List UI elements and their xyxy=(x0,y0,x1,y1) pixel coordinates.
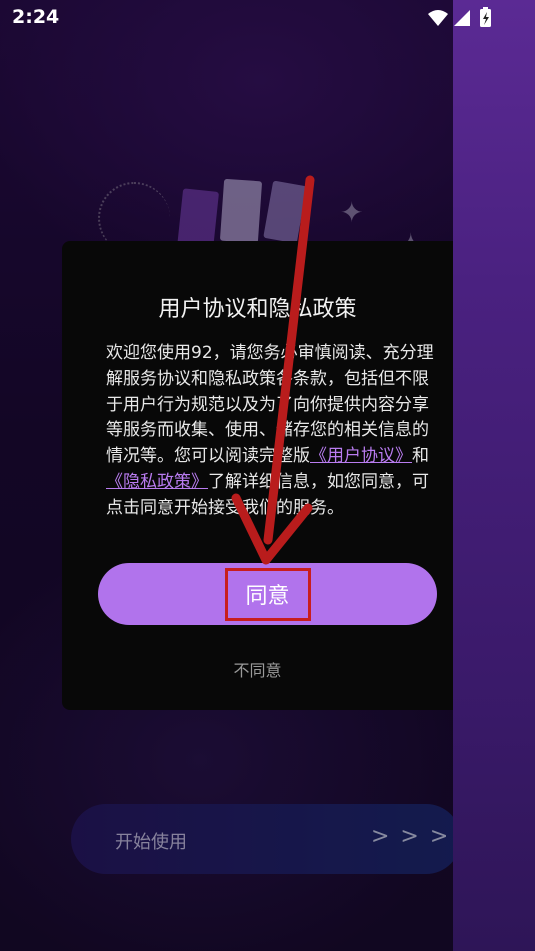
and-text: 和 xyxy=(412,446,429,467)
battery-charging-icon xyxy=(480,7,491,27)
privacy-policy-link[interactable]: 《隐私政策》 xyxy=(106,472,208,492)
app-background: ✦ ✦ ✦ 开始使用 > > > 用户协议和隐私政策 欢迎您使用92，请您务必审… xyxy=(0,0,453,951)
status-bar: 2:24 xyxy=(0,0,535,36)
dialog-body: 欢迎您使用92，请您务必审慎阅读、充分理解服务协议和隐私政策各条款，包括但不限于… xyxy=(106,341,436,522)
agree-highlight-box xyxy=(225,568,311,621)
privacy-dialog: 用户协议和隐私政策 欢迎您使用92，请您务必审慎阅读、充分理解服务协议和隐私政策… xyxy=(62,241,453,710)
dialog-title: 用户协议和隐私政策 xyxy=(158,297,357,322)
disagree-button[interactable]: 不同意 xyxy=(62,657,453,681)
signal-icon xyxy=(454,10,470,26)
wifi-icon xyxy=(428,10,448,26)
status-icons xyxy=(428,7,491,27)
status-time: 2:24 xyxy=(12,6,60,28)
user-agreement-link[interactable]: 《用户协议》 xyxy=(310,446,412,466)
side-panel xyxy=(453,0,535,951)
